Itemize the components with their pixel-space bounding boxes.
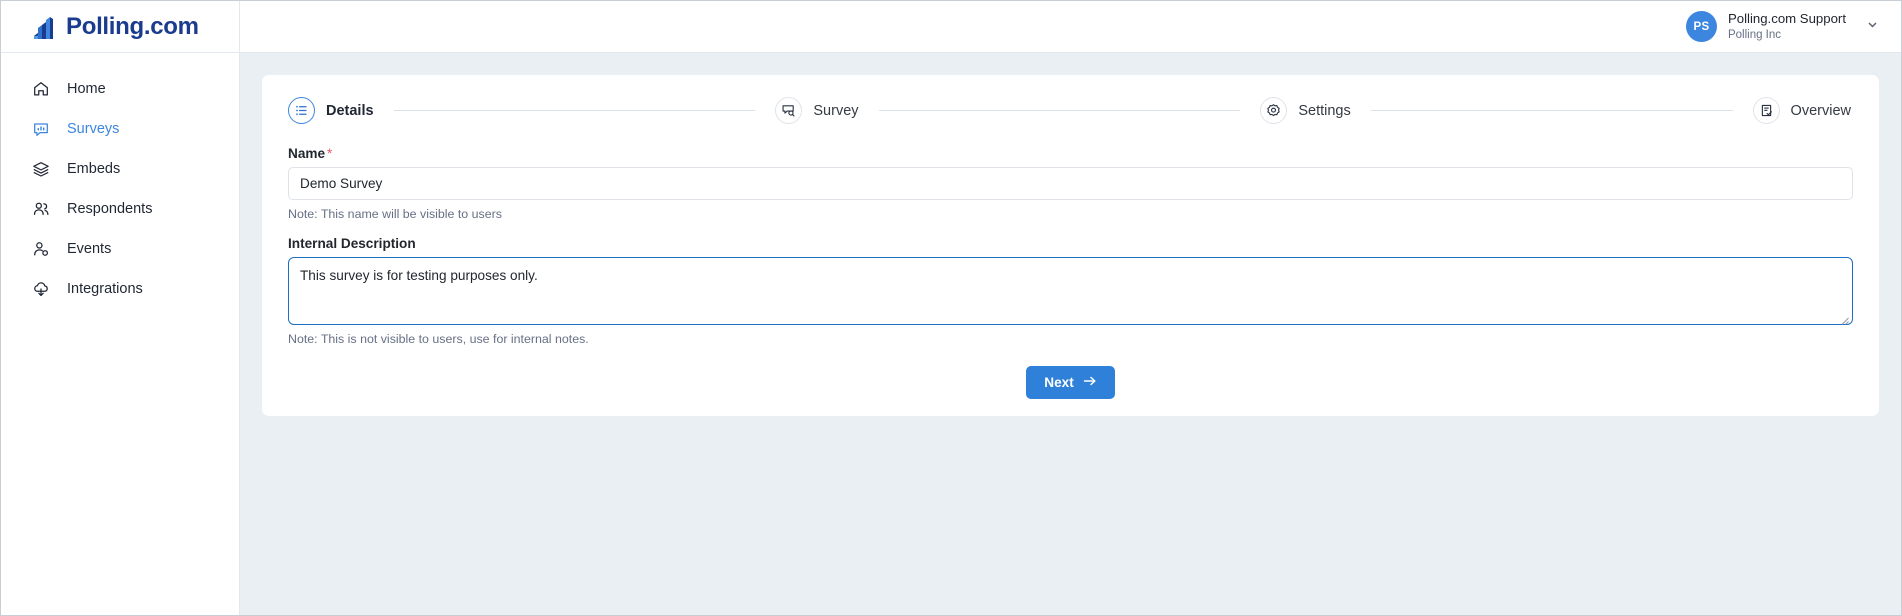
- wizard-step-label: Survey: [813, 102, 859, 119]
- survey-name-input[interactable]: [288, 167, 1853, 200]
- avatar: PS: [1685, 11, 1717, 42]
- description-field-note: Note: This is not visible to users, use …: [288, 332, 589, 346]
- sidebar-item-surveys[interactable]: Surveys: [1, 109, 239, 149]
- message-search-icon: [775, 97, 803, 124]
- sidebar-item-label: Respondents: [67, 201, 153, 217]
- user-meta: Polling.com Support Polling Inc: [1728, 11, 1846, 42]
- sidebar-item-integrations[interactable]: Integrations: [1, 269, 239, 309]
- sidebar-item-label: Embeds: [67, 161, 121, 177]
- sidebar-item-respondents[interactable]: Respondents: [1, 189, 239, 229]
- gear-icon: [1260, 97, 1288, 124]
- description-textarea-wrapper: [288, 257, 1853, 325]
- sidebar-item-label: Home: [67, 81, 106, 97]
- stepper-divider: [393, 110, 756, 111]
- wizard-step-survey[interactable]: Survey: [775, 97, 859, 124]
- bar-chart-logo-icon: [31, 14, 57, 40]
- main-content: Details Survey Settings Overview Name * …: [240, 53, 1901, 615]
- required-marker: *: [327, 146, 333, 161]
- user-organization: Polling Inc: [1727, 28, 1782, 41]
- brand-area[interactable]: Polling.com: [1, 1, 240, 52]
- sidebar-item-embeds[interactable]: Embeds: [1, 149, 239, 189]
- layers-icon: [31, 160, 50, 179]
- name-label-text: Name: [288, 146, 326, 161]
- next-button[interactable]: Next: [1026, 366, 1115, 399]
- cloud-upload-icon: [31, 280, 50, 299]
- sidebar-nav: Home Surveys Embeds Respondents Events I…: [1, 53, 240, 615]
- brand-name: Polling.com: [66, 12, 199, 40]
- people-icon: [31, 200, 50, 219]
- app-window: Polling.com PS Polling.com Support Polli…: [0, 0, 1902, 616]
- next-button-label: Next: [1044, 375, 1074, 390]
- description-field-label: Internal Description: [288, 236, 416, 251]
- list-icon: [288, 97, 315, 124]
- name-field-note: Note: This name will be visible to users: [288, 207, 502, 221]
- wizard-step-label: Settings: [1298, 102, 1351, 119]
- survey-details-card: Details Survey Settings Overview Name * …: [262, 75, 1879, 416]
- chevron-down-icon[interactable]: [1866, 18, 1879, 36]
- clipboard-check-icon: [1752, 97, 1780, 124]
- user-name: Polling.com Support: [1727, 11, 1846, 27]
- wizard-step-settings[interactable]: Settings: [1260, 97, 1351, 124]
- top-header-bar: Polling.com PS Polling.com Support Polli…: [1, 1, 1901, 53]
- card-actions: Next: [288, 366, 1853, 399]
- stepper-divider: [1370, 110, 1733, 111]
- name-field-label: Name *: [288, 146, 1853, 161]
- header-right-area: PS Polling.com Support Polling Inc: [240, 1, 1901, 52]
- sidebar-item-home[interactable]: Home: [1, 69, 239, 109]
- wizard-step-overview[interactable]: Overview: [1752, 97, 1851, 124]
- wizard-step-label: Details: [326, 102, 374, 119]
- user-account-menu[interactable]: PS Polling.com Support Polling Inc: [1685, 11, 1879, 42]
- stepper-divider: [878, 110, 1241, 111]
- wizard-step-details[interactable]: Details: [288, 97, 374, 124]
- app-body: Home Surveys Embeds Respondents Events I…: [1, 53, 1901, 615]
- survey-chart-icon: [31, 120, 50, 139]
- home-icon: [31, 80, 50, 99]
- arrow-right-icon: [1083, 375, 1097, 390]
- internal-description-textarea[interactable]: [288, 257, 1853, 325]
- sidebar-item-label: Events: [67, 241, 112, 257]
- wizard-step-label: Overview: [1790, 102, 1851, 119]
- sidebar-item-label: Integrations: [67, 281, 143, 297]
- wizard-stepper: Details Survey Settings Overview: [288, 97, 1853, 124]
- person-gear-icon: [31, 240, 50, 259]
- sidebar-item-events[interactable]: Events: [1, 229, 239, 269]
- sidebar-item-label: Surveys: [67, 121, 120, 137]
